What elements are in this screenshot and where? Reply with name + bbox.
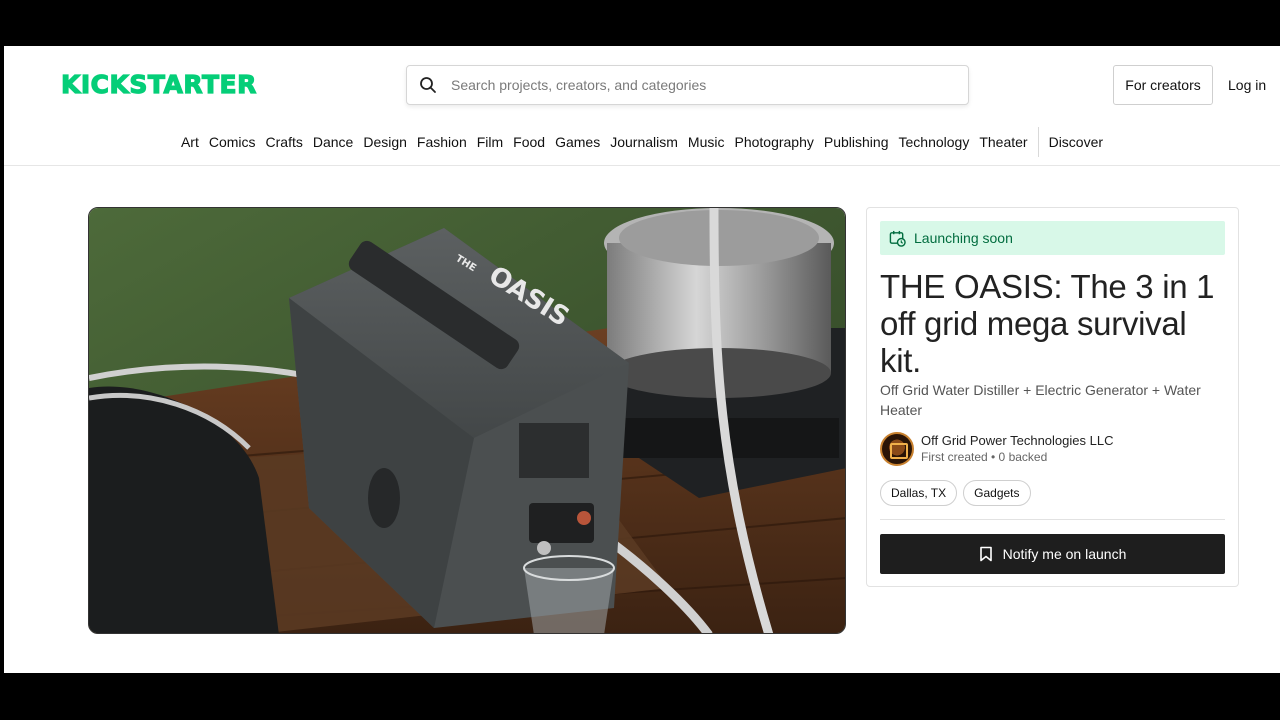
calendar-clock-icon: [889, 230, 906, 247]
category-technology[interactable]: Technology: [899, 134, 970, 150]
category-publishing[interactable]: Publishing: [824, 134, 889, 150]
notify-me-button[interactable]: Notify me on launch: [880, 534, 1225, 574]
hero-illustration: OASIS THE: [89, 208, 845, 633]
for-creators-button[interactable]: For creators: [1113, 65, 1213, 105]
project-subtitle: Off Grid Water Distiller + Electric Gene…: [880, 382, 1201, 418]
card-divider: [880, 519, 1225, 520]
category-crafts[interactable]: Crafts: [266, 134, 303, 150]
creator-avatar[interactable]: [880, 432, 914, 466]
notify-me-label: Notify me on launch: [1002, 546, 1127, 562]
search-input[interactable]: [451, 77, 931, 93]
category-nav: Art Comics Crafts Dance Design Fashion F…: [4, 126, 1280, 158]
location-tag[interactable]: Dallas, TX: [880, 480, 958, 506]
launching-soon-text: Launching soon: [914, 230, 1013, 246]
project-hero-image[interactable]: OASIS THE: [88, 207, 846, 634]
category-theater[interactable]: Theater: [979, 134, 1027, 150]
search-bar[interactable]: [406, 65, 969, 105]
category-dance[interactable]: Dance: [313, 134, 353, 150]
category-journalism[interactable]: Journalism: [610, 134, 678, 150]
creator-meta: First created • 0 backed: [921, 450, 1048, 464]
login-link[interactable]: Log in: [1228, 77, 1266, 93]
category-art[interactable]: Art: [181, 134, 199, 150]
category-games[interactable]: Games: [555, 134, 600, 150]
category-design[interactable]: Design: [363, 134, 407, 150]
project-title: THE OASIS: The 3 in 1 off grid mega surv…: [880, 268, 1215, 379]
category-comics[interactable]: Comics: [209, 134, 256, 150]
project-info-card: Launching soon THE OASIS: The 3 in 1 off…: [866, 207, 1239, 587]
category-tag[interactable]: Gadgets: [963, 480, 1031, 506]
launching-soon-badge: Launching soon: [880, 221, 1225, 255]
category-fashion[interactable]: Fashion: [417, 134, 467, 150]
category-film[interactable]: Film: [477, 134, 503, 150]
nav-divider: [1037, 127, 1039, 157]
creator-info[interactable]: Off Grid Power Technologies LLC First cr…: [880, 432, 1113, 466]
site-header: KICKSTARTER For creators Log in Art Comi…: [4, 46, 1280, 166]
browser-viewport: KICKSTARTER For creators Log in Art Comi…: [4, 46, 1280, 673]
project-tags: Dallas, TX Gadgets: [880, 480, 1031, 506]
kickstarter-logo[interactable]: KICKSTARTER: [60, 69, 257, 99]
search-icon: [420, 77, 436, 93]
category-music[interactable]: Music: [688, 134, 725, 150]
bookmark-icon: [979, 546, 992, 562]
creator-name[interactable]: Off Grid Power Technologies LLC: [921, 433, 1113, 449]
category-photography[interactable]: Photography: [734, 134, 813, 150]
discover-link[interactable]: Discover: [1049, 134, 1103, 150]
category-food[interactable]: Food: [513, 134, 545, 150]
